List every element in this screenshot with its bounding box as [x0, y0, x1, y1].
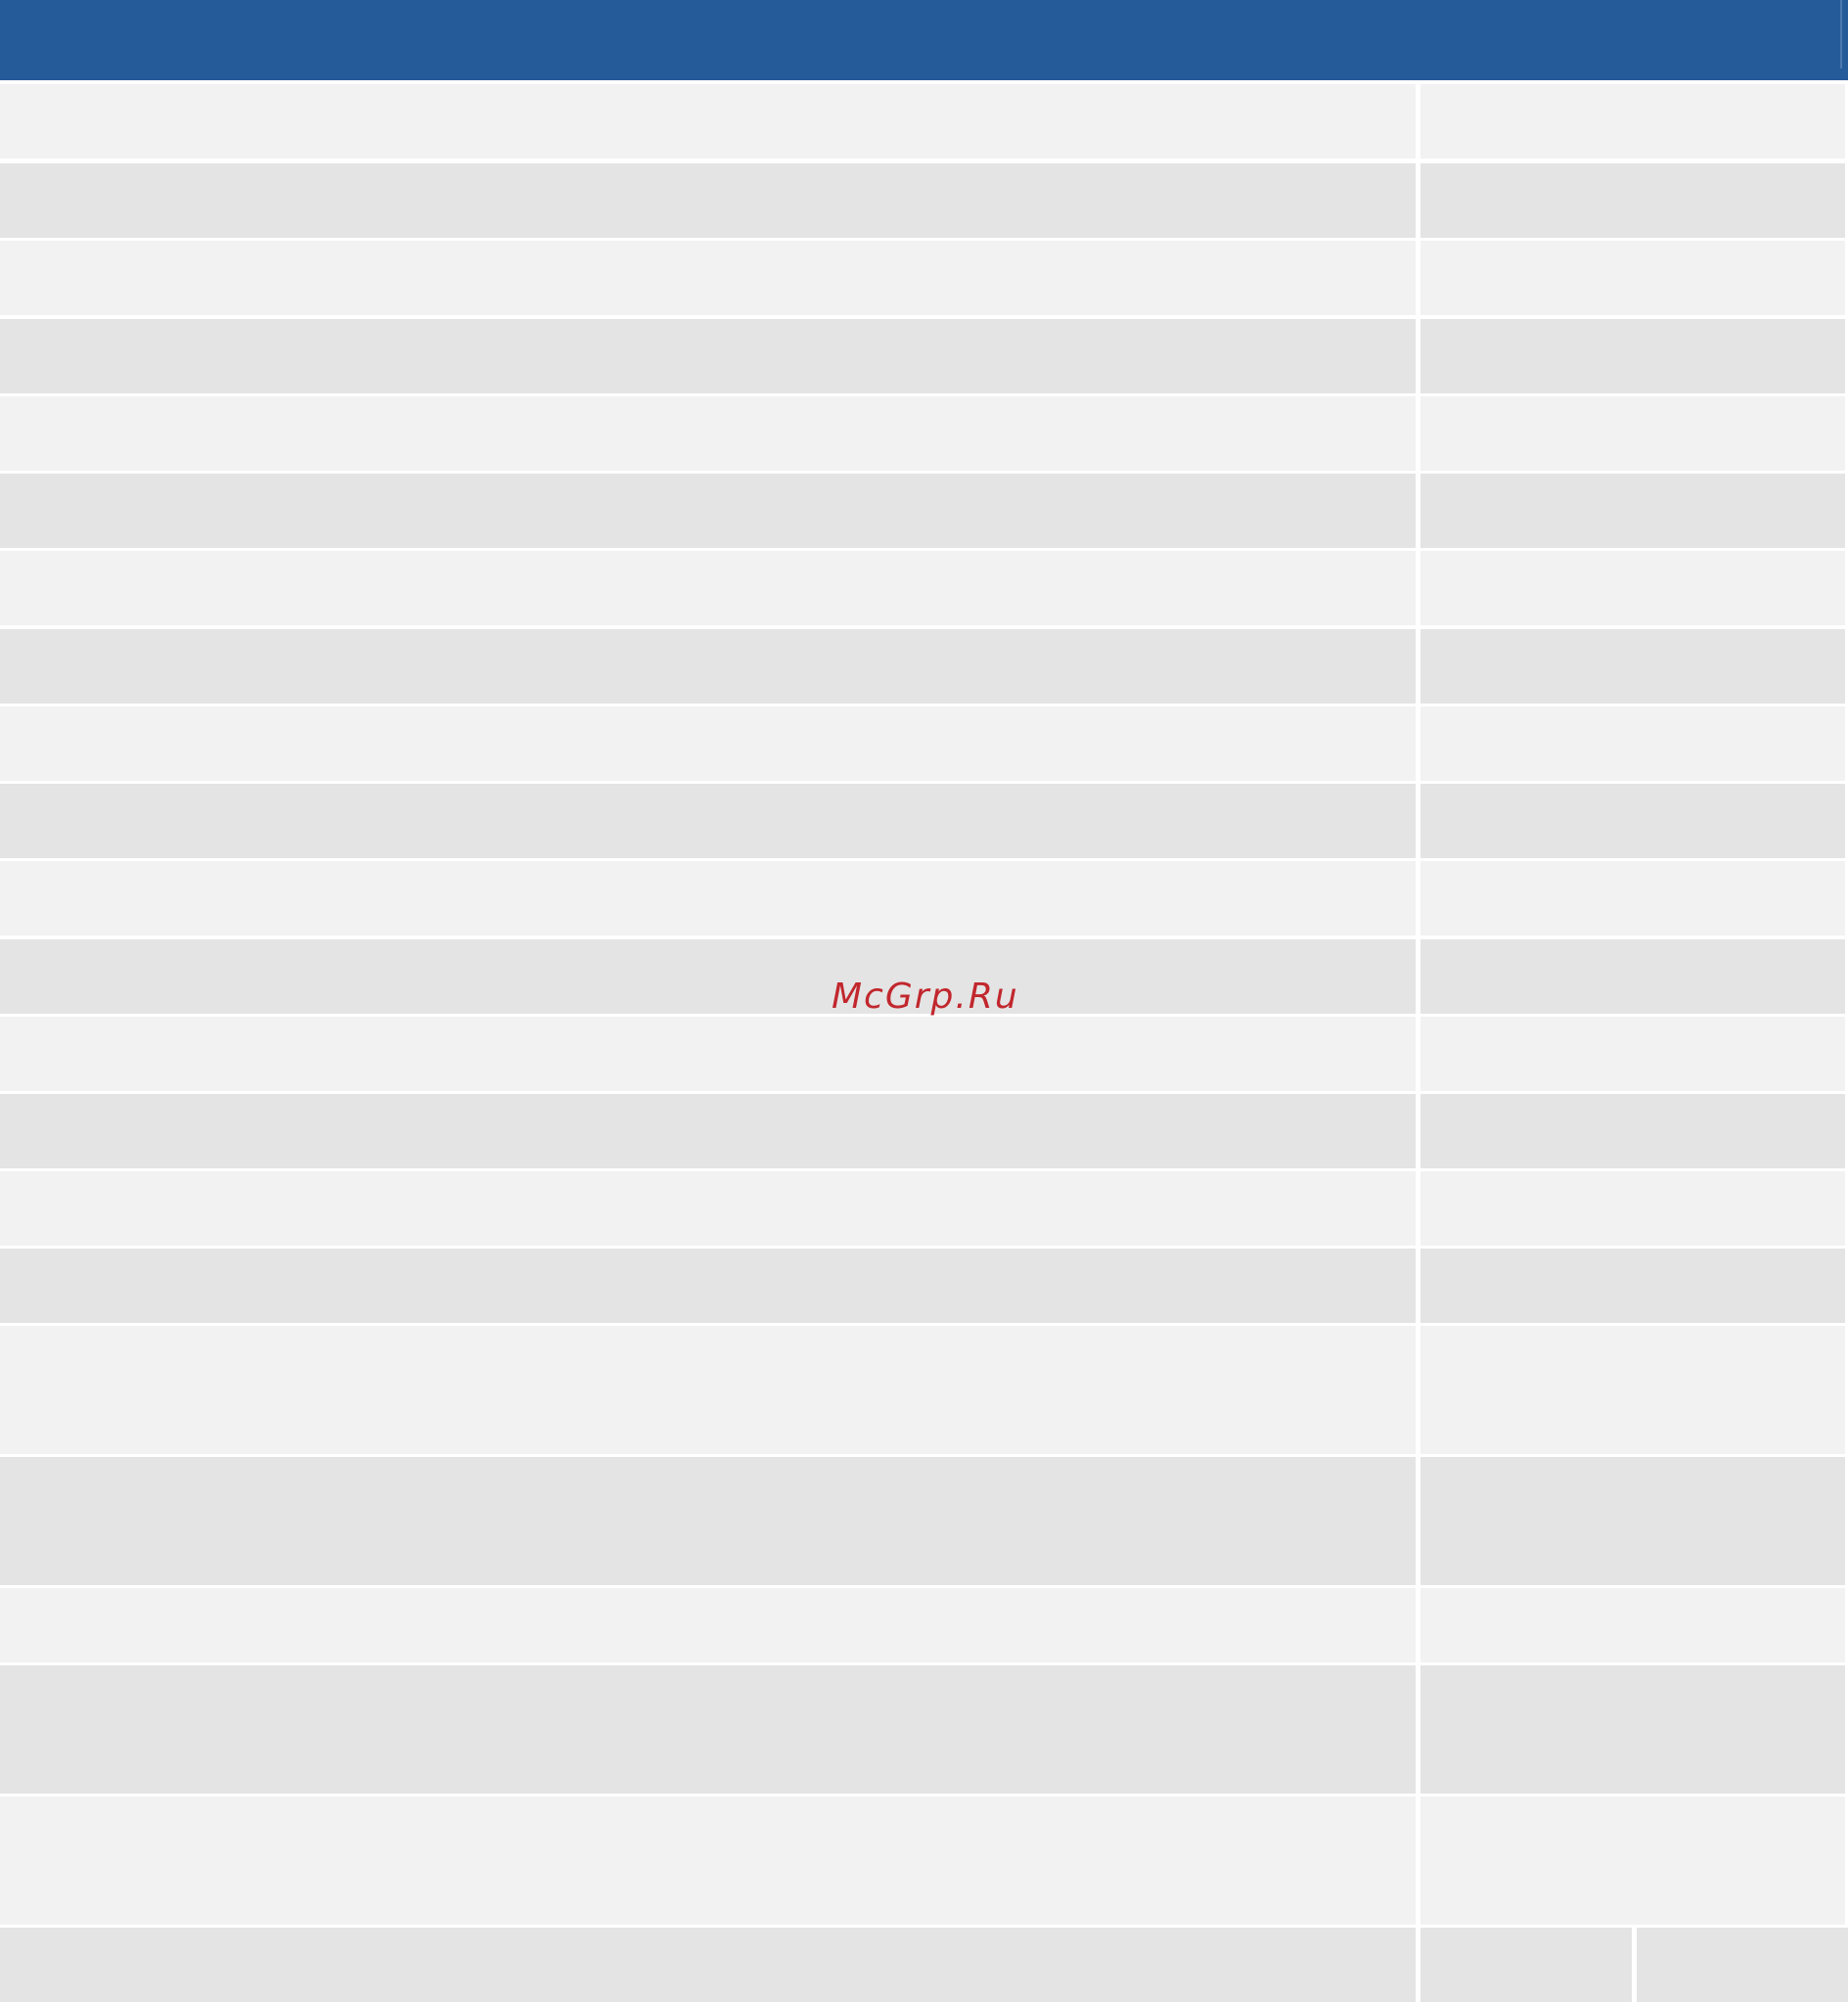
table-cell-label — [0, 1797, 1416, 1925]
table-cell-label — [0, 1588, 1416, 1662]
table-cell-label — [0, 1171, 1416, 1246]
table-cell-value — [1420, 784, 1848, 858]
table-cell-label — [0, 1928, 1416, 2002]
table-cell-value — [1420, 1457, 1848, 1585]
table-cell-value — [1420, 1171, 1848, 1246]
table-cell-value — [1420, 1665, 1848, 1794]
table-header-bar — [0, 0, 1848, 80]
table-cell-value — [1420, 163, 1848, 238]
watermark-text: McGrp.Ru — [832, 977, 1019, 1017]
table-cell-label — [0, 396, 1416, 471]
table-cell-label — [0, 474, 1416, 548]
spec-table — [0, 84, 1848, 2002]
table-cell-value — [1637, 1928, 1848, 2002]
table-cell-label — [0, 706, 1416, 781]
table-cell-label — [0, 1017, 1416, 1091]
table-cell-value — [1420, 319, 1848, 393]
table-cell-value — [1420, 861, 1848, 935]
table-cell-label — [0, 319, 1416, 393]
table-cell-label — [0, 84, 1416, 159]
table-cell-value — [1420, 1928, 1632, 2002]
table-cell-label — [0, 629, 1416, 704]
table-cell-label — [0, 241, 1416, 315]
table-cell-label — [0, 1665, 1416, 1794]
table-cell-label — [0, 1326, 1416, 1454]
table-cell-value — [1420, 84, 1848, 159]
table-cell-value — [1420, 241, 1848, 315]
table-cell-value — [1420, 396, 1848, 471]
table-cell-label — [0, 1249, 1416, 1323]
table-cell-value — [1420, 551, 1848, 625]
table-cell-label — [0, 861, 1416, 935]
table-cell-value — [1420, 1017, 1848, 1091]
header-edge-line — [1840, 0, 1842, 68]
table-cell-value — [1420, 1094, 1848, 1168]
table-cell-value — [1420, 1797, 1848, 1925]
table-cell-label — [0, 939, 1416, 1014]
table-cell-value — [1420, 939, 1848, 1014]
table-cell-label — [0, 1457, 1416, 1585]
table-cell-value — [1420, 1326, 1848, 1454]
table-cell-label — [0, 1094, 1416, 1168]
table-cell-label — [0, 163, 1416, 238]
table-cell-value — [1420, 629, 1848, 704]
table-cell-label — [0, 784, 1416, 858]
table-cell-value — [1420, 1588, 1848, 1662]
table-cell-label — [0, 551, 1416, 625]
table-cell-value — [1420, 706, 1848, 781]
table-cell-value — [1420, 1249, 1848, 1323]
table-cell-value — [1420, 474, 1848, 548]
